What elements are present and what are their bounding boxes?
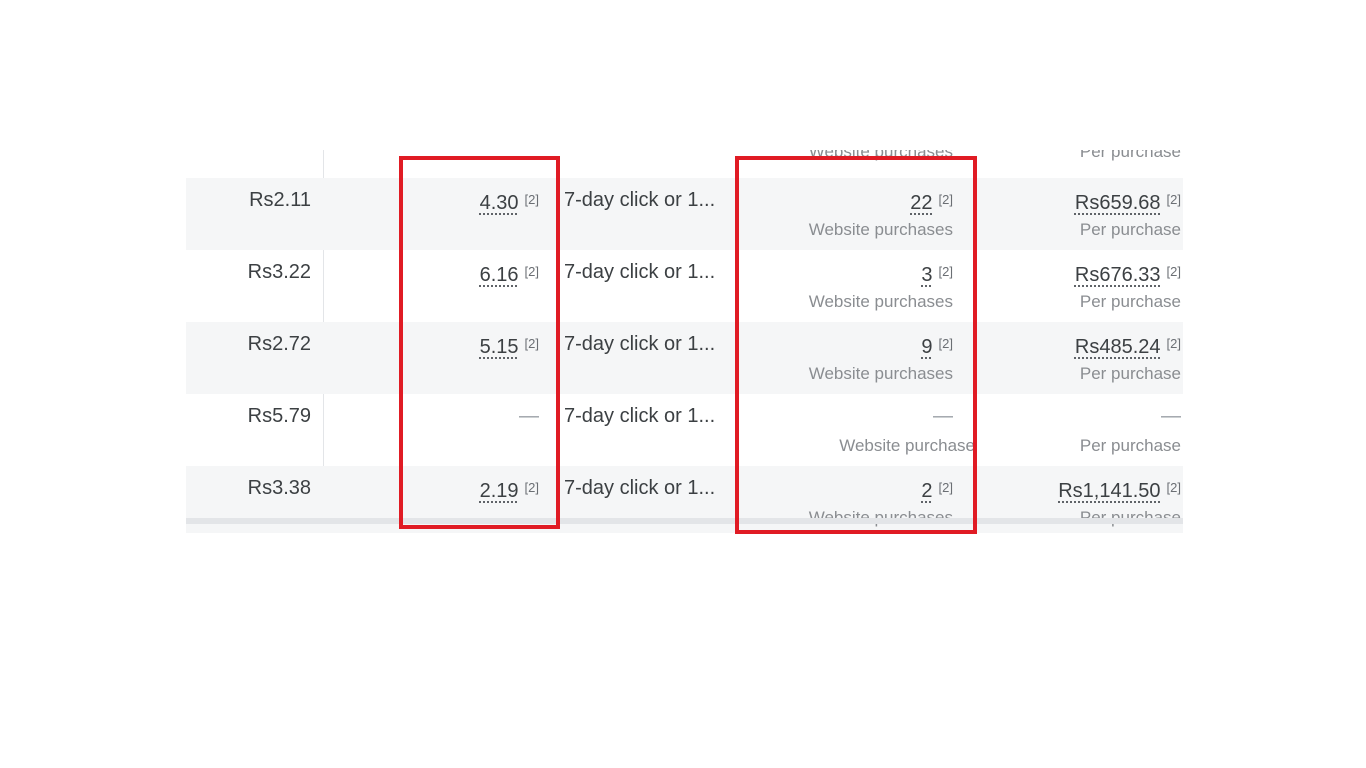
cost-footnote[interactable]: [2]: [1167, 192, 1181, 207]
attribution-cell: 7-day click or 1...: [564, 394, 734, 466]
cpc-value: Rs5.79: [247, 405, 311, 427]
table-row[interactable]: Rs3.22 6.16 [2] 7-day click or 1... 3 [2] …: [186, 250, 1183, 322]
screenshot-stage: Website purchases Per purchase Rs2.11 4.…: [0, 0, 1366, 768]
cost-per-result-cell: Rs676.33 [2] Per purchase: [986, 250, 1181, 322]
cost-label: Per purchase: [1079, 150, 1181, 161]
table-row[interactable]: Rs2.72 5.15 [2] 7-day click or 1... 9 [2] …: [186, 322, 1183, 394]
table-row[interactable]: Rs2.11 4.30 [2] 7-day click or 1... 22 [2]…: [186, 178, 1183, 250]
cost-per-result-cell: Rs485.24 [2] Per purchase: [986, 322, 1181, 394]
cost-label: Per purchase: [1079, 220, 1181, 239]
roas-column-highlight-box: [399, 156, 560, 529]
attribution-cell: 7-day click or 1...: [564, 250, 734, 322]
table-row[interactable]: Rs5.79 — 7-day click or 1... — Website p…: [186, 394, 1183, 466]
cost-value[interactable]: Rs676.33: [1075, 264, 1161, 286]
cost-footnote[interactable]: [2]: [1167, 336, 1181, 351]
cost-footnote[interactable]: [2]: [1167, 480, 1181, 495]
attribution-setting: 7-day click or 1...: [564, 261, 716, 283]
cpc-cell: Rs2.72: [186, 322, 311, 394]
cpc-cell: Rs5.79: [186, 394, 311, 466]
cost-label: Per purchase: [1079, 364, 1181, 383]
attribution-cell: 7-day click or 1...: [564, 178, 734, 250]
attribution-setting: 7-day click or 1...: [564, 189, 716, 211]
attribution-setting: 7-day click or 1...: [564, 405, 716, 427]
attribution-setting: 7-day click or 1...: [564, 477, 716, 499]
cost-value[interactable]: Rs1,141.50: [1058, 480, 1160, 502]
cost-footnote[interactable]: [2]: [1167, 264, 1181, 279]
attribution-setting: 7-day click or 1...: [564, 333, 716, 355]
cost-per-result-cell: Rs659.68 [2] Per purchase: [986, 178, 1181, 250]
cpc-value: Rs2.72: [247, 333, 311, 355]
cost-empty-dash: —: [1161, 405, 1181, 427]
attribution-cell: 7-day click or 1...: [564, 322, 734, 394]
table-bottom-border: [186, 518, 1183, 524]
cost-value[interactable]: Rs485.24: [1075, 336, 1161, 358]
cost-per-result-cell: — Per purchase: [986, 394, 1181, 466]
cpc-value: Rs3.22: [247, 261, 311, 283]
cost-value[interactable]: Rs659.68: [1075, 192, 1161, 214]
cost-label: Per purchase: [1079, 292, 1181, 311]
results-column-highlight-box: [735, 156, 977, 534]
cpc-cell: Rs2.11: [186, 178, 311, 250]
cpc-value: Rs2.11: [249, 189, 311, 211]
cpc-value: Rs3.38: [247, 477, 311, 499]
ads-results-table: Website purchases Per purchase Rs2.11 4.…: [186, 150, 1183, 533]
table-row-partial: Website purchases Per purchase: [186, 150, 1183, 178]
cost-label: Per purchase: [1079, 436, 1181, 455]
cpc-cell: Rs3.22: [186, 250, 311, 322]
